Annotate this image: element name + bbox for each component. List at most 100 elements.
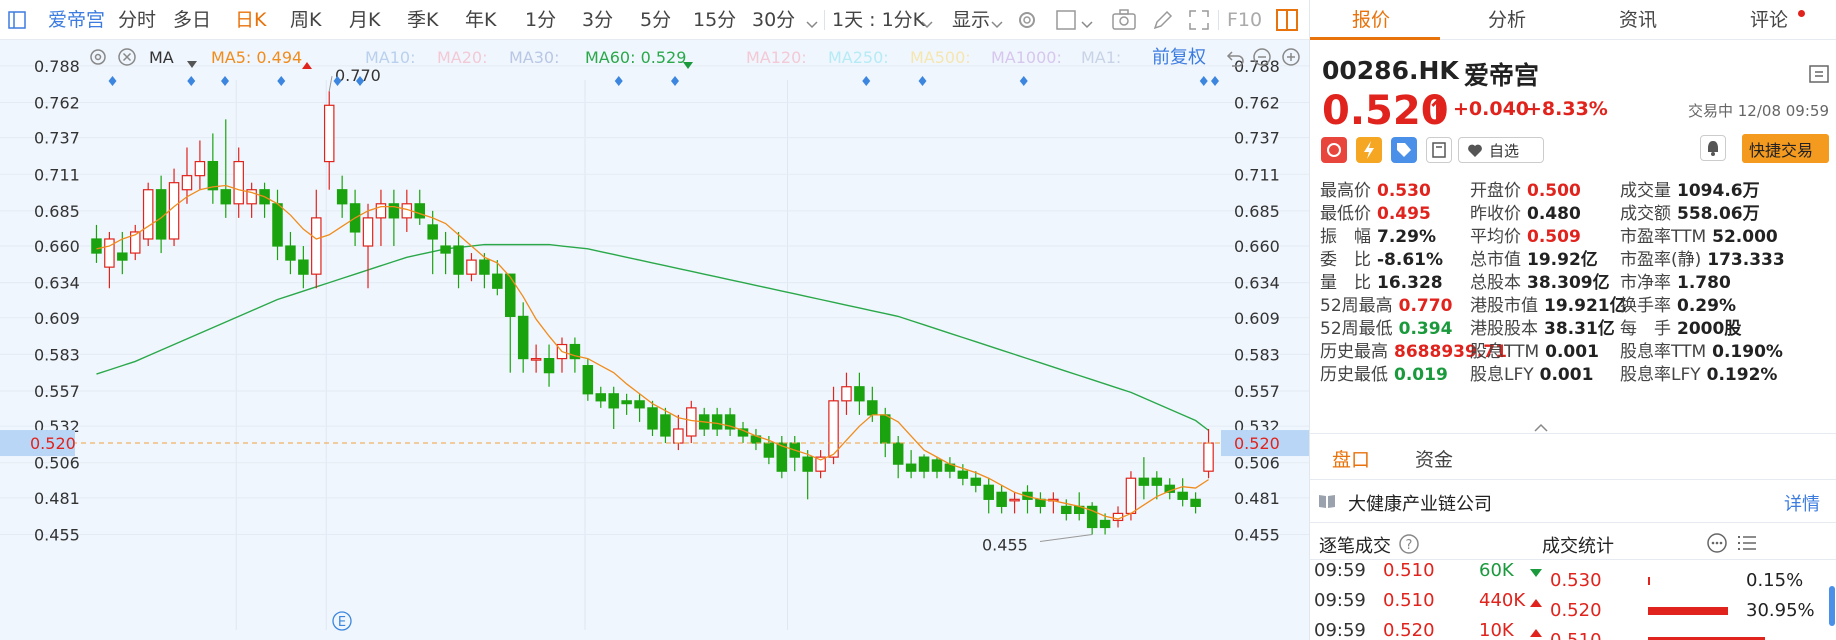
chevron-down-icon[interactable] [991, 15, 1003, 34]
stat-value: 0.509 [1527, 227, 1581, 247]
tag-icon[interactable] [1391, 137, 1417, 163]
tab-analysis[interactable]: 分析 [1488, 0, 1526, 40]
candle-body-up [194, 160, 206, 177]
ma60-value: MA60: 0.529 [585, 48, 687, 67]
stat-value: 16.328 [1377, 273, 1443, 293]
tab-quote[interactable]: 报价 [1352, 0, 1390, 40]
ma-legend-bar: MA MA5: 0.494 MA10: MA20: MA30: MA60: 0.… [0, 40, 1309, 76]
tab-news[interactable]: 资讯 [1619, 0, 1657, 40]
candlestick-chart[interactable]: 0.788 0.7880.762 0.7620.737 0.7370.711 0.711… [0, 40, 1309, 640]
side-panel-icon[interactable] [1276, 9, 1298, 35]
chevron-down-icon[interactable] [921, 15, 933, 34]
zoom-out-icon[interactable] [1252, 47, 1272, 71]
low-price-annotation: 0.455 [982, 536, 1028, 555]
caret-down-icon[interactable] [187, 54, 197, 73]
stock-name-link[interactable]: 爱帝宫 [48, 0, 105, 40]
candle-body-down [711, 414, 723, 430]
bookmark-icon[interactable] [1426, 137, 1452, 163]
candle-body-down [414, 203, 425, 219]
period-tab-30min[interactable]: 30分 [752, 0, 795, 40]
y-tick-label-right: 0.660 [1234, 237, 1280, 256]
tab-comments[interactable]: 评论 [1750, 0, 1788, 40]
subtab-capital[interactable]: 资金 [1415, 440, 1453, 480]
pencil-draw-icon[interactable] [1152, 9, 1174, 35]
stat-label: 市净率 [1620, 273, 1671, 293]
period-tab-1min[interactable]: 1分 [525, 0, 556, 40]
candle-body-up [233, 160, 244, 205]
f10-button[interactable]: F10 [1227, 0, 1262, 40]
ma120-value: MA120: [746, 48, 807, 67]
kline-chart-area[interactable]: 0.788 0.788 0.762 0.762 0.737 0.737 0.711 0.711… [0, 40, 1309, 640]
annotation-leader [1039, 534, 1093, 543]
tick-down-arrow-icon [1530, 569, 1542, 577]
period-tab-multi-day[interactable]: 多日 [173, 0, 211, 40]
sidebar-toggle-icon[interactable] [8, 11, 26, 33]
candle-body-down [207, 160, 219, 191]
bell-alert-icon[interactable] [1700, 135, 1726, 161]
annotation-leader [328, 76, 333, 92]
interval-combo[interactable]: 1天 : 1分K [832, 0, 925, 40]
list-view-icon[interactable] [1736, 533, 1758, 557]
period-tab-year[interactable]: 年K [465, 0, 496, 40]
undo-icon[interactable] [1224, 48, 1244, 72]
candle-body-down [802, 456, 813, 472]
stat-value: 0.394 [1398, 319, 1453, 339]
more-options-icon[interactable] [1706, 532, 1728, 558]
watchlist-button[interactable]: 自选 [1458, 137, 1544, 163]
square-icon[interactable] [1056, 10, 1076, 34]
stat-label: 港股市值 [1470, 296, 1538, 316]
y-tick-label-left: 0.711 [34, 165, 80, 184]
stock-name: 爱帝宫 [1464, 61, 1540, 90]
display-menu[interactable]: 显示 [952, 0, 990, 40]
chevron-down-icon[interactable] [806, 15, 818, 34]
chevron-up-icon[interactable] [1534, 418, 1548, 437]
candle-body-down [543, 358, 555, 374]
period-tab-day[interactable]: 日K [235, 0, 266, 40]
adjust-mode-button[interactable]: 前复权 [1152, 40, 1206, 76]
notification-dot [1798, 10, 1805, 17]
period-tab-15min[interactable]: 15分 [693, 0, 736, 40]
tick-volume: 60K [1479, 560, 1514, 581]
caret-down-icon [683, 55, 693, 74]
quick-trade-button[interactable]: 快捷交易 [1742, 134, 1829, 163]
period-tab-month[interactable]: 月K [349, 0, 380, 40]
candle-body-up [673, 428, 684, 444]
y-tick-label-left: 0.455 [34, 526, 80, 545]
candle-body-up [1125, 477, 1137, 515]
candle-body-down [880, 414, 891, 444]
fullscreen-icon[interactable] [1188, 9, 1210, 35]
period-tab-week[interactable]: 周K [290, 0, 321, 40]
period-tab-minute[interactable]: 分时 [118, 0, 156, 40]
candle-body-up [181, 175, 193, 191]
zoom-in-icon[interactable] [1281, 47, 1301, 71]
ma-selector[interactable]: MA [149, 40, 174, 76]
settings-gear-icon[interactable] [88, 47, 108, 71]
candle-body-down [517, 315, 529, 360]
candle-body-up [168, 182, 180, 240]
subtab-order-book[interactable]: 盘口 [1332, 440, 1370, 480]
candle-body-down [918, 456, 930, 472]
y-tick-label-right: 0.583 [1234, 345, 1280, 364]
settings-gear-icon[interactable] [1016, 9, 1038, 35]
lightning-icon[interactable] [1356, 137, 1382, 163]
close-icon[interactable] [117, 47, 137, 71]
candle-body-up [375, 203, 387, 219]
candle-body-up [828, 400, 839, 458]
period-tab-5min[interactable]: 5分 [640, 0, 671, 40]
collapse-panel-icon[interactable] [1809, 64, 1829, 88]
candle-body-down [117, 252, 128, 261]
period-tab-3min[interactable]: 3分 [582, 0, 613, 40]
industry-detail-link[interactable]: 详情 [1784, 490, 1820, 516]
period-tab-quarter[interactable]: 季K [407, 0, 438, 40]
camera-icon[interactable] [1112, 9, 1136, 35]
industry-chain-name: 大健康产业链公司 [1348, 494, 1492, 515]
candle-body-down [1138, 477, 1150, 486]
help-icon[interactable]: ? [1398, 533, 1420, 559]
toolbar-divider [1218, 10, 1219, 30]
scrollbar-thumb[interactable] [1829, 586, 1835, 626]
caret-up-icon [302, 55, 312, 74]
heart-icon [1468, 144, 1482, 157]
chevron-down-icon[interactable] [1081, 15, 1093, 34]
stat-value: 0.480 [1527, 204, 1581, 224]
hk-flag-icon[interactable] [1321, 137, 1347, 163]
